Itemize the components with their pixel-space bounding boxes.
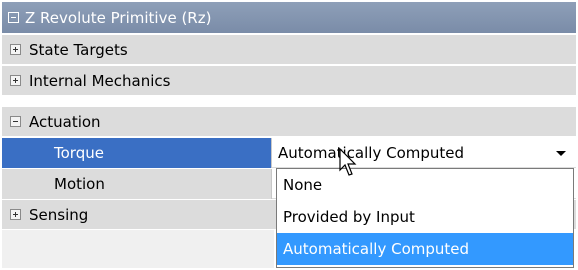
group-label: Actuation (29, 112, 101, 131)
property-name: Torque (2, 138, 272, 168)
block-title-bar[interactable]: Z Revolute Primitive (Rz) (2, 2, 576, 33)
collapse-minus-icon[interactable] (10, 116, 21, 127)
property-name: Motion (2, 169, 272, 199)
group-label: State Targets (29, 40, 128, 59)
group-state-targets[interactable]: State Targets (2, 35, 576, 65)
option-none[interactable]: None (277, 169, 573, 201)
group-actuation[interactable]: Actuation (2, 107, 576, 137)
collapse-icon[interactable] (8, 12, 19, 23)
option-provided-by-input[interactable]: Provided by Input (277, 201, 573, 233)
expand-plus-icon[interactable] (10, 209, 21, 220)
property-torque[interactable]: Torque Automatically Computed (2, 138, 576, 168)
dropdown-arrow-icon[interactable] (556, 151, 566, 156)
group-label: Internal Mechanics (29, 71, 171, 90)
expand-plus-icon[interactable] (10, 44, 21, 55)
torque-options-list[interactable]: None Provided by Input Automatically Com… (276, 168, 574, 268)
group-internal-mechanics[interactable]: Internal Mechanics (2, 66, 576, 96)
option-automatically-computed[interactable]: Automatically Computed (277, 233, 573, 265)
block-title: Z Revolute Primitive (Rz) (25, 8, 212, 27)
empty-area (2, 230, 274, 268)
mouse-pointer-icon (339, 148, 357, 176)
group-label: Sensing (29, 205, 89, 224)
expand-plus-icon[interactable] (10, 75, 21, 86)
torque-dropdown[interactable]: Automatically Computed (272, 138, 576, 168)
dropdown-value: Automatically Computed (278, 143, 465, 162)
property-inspector: Z Revolute Primitive (Rz) State Targets … (0, 0, 578, 270)
